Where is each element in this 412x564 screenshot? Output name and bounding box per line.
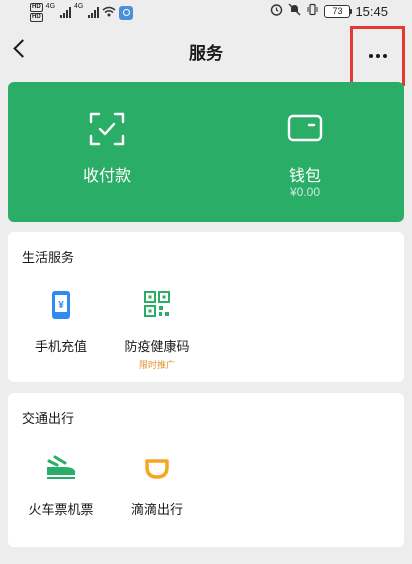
hd-badges: HD HD — [30, 3, 43, 22]
hd-badge: HD — [30, 13, 43, 22]
alarm-icon — [270, 3, 283, 19]
battery-icon: 73 — [324, 4, 353, 18]
signal-icon — [60, 7, 72, 18]
promo-tag: 限时推广 — [138, 361, 175, 371]
status-left: HD HD 4G 4G — [30, 3, 134, 22]
traffic-services-card: 交通出行 火车票机票 滴滴出行 — [8, 393, 404, 547]
nav-bar: 服务 — [0, 24, 412, 86]
service-didi[interactable]: 滴滴出行 — [112, 453, 202, 553]
network-type: 4G — [45, 3, 56, 10]
mute-icon — [288, 3, 301, 19]
service-label: 滴滴出行 — [130, 503, 183, 518]
scan-pay-icon — [89, 112, 125, 150]
pay-receive-label: 收付款 — [82, 166, 131, 185]
section-title: 交通出行 — [22, 412, 75, 427]
app-notification-icon — [119, 5, 134, 20]
section-title: 生活服务 — [22, 251, 75, 266]
wallet-button[interactable]: 钱包 ¥0.00 — [206, 82, 404, 222]
wallet-label: 钱包 — [288, 166, 321, 185]
didi-icon — [142, 453, 172, 485]
clock-time: 15:45 — [355, 3, 388, 19]
more-options-button[interactable] — [350, 26, 405, 86]
wifi-icon — [102, 6, 116, 20]
service-label: 防疫健康码 — [124, 340, 190, 355]
more-dots-icon — [382, 54, 387, 58]
wallet-balance: ¥0.00 — [289, 185, 321, 199]
status-right: 73 15:45 — [270, 3, 388, 19]
qr-code-icon — [143, 290, 171, 322]
wallet-card: 收付款 钱包 ¥0.00 — [8, 82, 404, 222]
vibrate-icon — [306, 3, 319, 19]
wallet-icon — [287, 112, 323, 148]
phone-recharge-icon: ¥ — [50, 290, 72, 324]
signal-icon — [88, 7, 100, 18]
life-services-card: 生活服务 ¥ 手机充值 防疫健康码 限时推广 — [8, 232, 404, 382]
service-train-flight[interactable]: 火车票机票 — [16, 453, 106, 553]
service-label: 手机充值 — [34, 340, 87, 355]
service-health-code[interactable]: 防疫健康码 限时推广 — [112, 290, 202, 390]
pay-receive-button[interactable]: 收付款 — [8, 82, 206, 222]
service-label: 火车票机票 — [28, 503, 94, 518]
svg-text:¥: ¥ — [58, 300, 64, 311]
status-bar: HD HD 4G 4G 73 15:45 — [0, 0, 412, 24]
hd-badge: HD — [30, 3, 43, 12]
train-icon — [45, 453, 77, 485]
more-dots-icon — [375, 54, 380, 58]
service-phone-recharge[interactable]: ¥ 手机充值 — [16, 290, 106, 390]
more-dots-icon — [368, 54, 373, 58]
network-type: 4G — [74, 3, 84, 10]
